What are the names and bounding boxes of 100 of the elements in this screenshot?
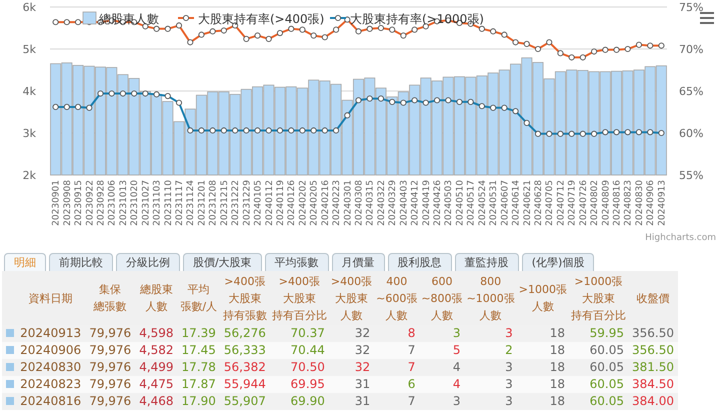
x-axis-label: 20231013 xyxy=(118,180,129,226)
tab[interactable]: 月價量 xyxy=(332,253,385,271)
table-cell: 4 xyxy=(419,376,465,393)
menu-icon[interactable] xyxy=(700,12,714,24)
data-point xyxy=(636,129,642,136)
table-cell: 60.05 xyxy=(569,342,628,359)
data-point xyxy=(501,104,508,111)
column-header: 總股東 人數 xyxy=(135,271,178,325)
legend-line-icon xyxy=(330,14,346,22)
data-point xyxy=(534,46,542,52)
column-header: 收盤價 xyxy=(628,271,678,325)
data-point xyxy=(232,127,238,134)
bar xyxy=(174,121,185,176)
data-point xyxy=(266,127,272,134)
table-cell: 17.45 xyxy=(178,342,220,359)
column-header: >400張 大股東 持有張數 xyxy=(220,271,270,325)
data-point xyxy=(647,129,654,136)
x-axis-label: 20240202 xyxy=(298,180,308,226)
data-point xyxy=(299,127,306,134)
table-cell: 4,582 xyxy=(135,342,178,359)
legend-label[interactable]: 大股東持有率(>400張) xyxy=(198,12,324,26)
x-axis-label: 20240621 xyxy=(522,180,533,226)
x-axis-label: 20240906 xyxy=(646,180,656,226)
data-point xyxy=(344,16,350,23)
x-axis-label: 20230901 xyxy=(52,180,62,226)
row-marker-icon xyxy=(6,397,14,405)
data-point xyxy=(580,130,586,137)
x-axis-label: 20240329 xyxy=(388,180,398,226)
legend-swatch-icon xyxy=(82,12,96,24)
x-axis-label: 20231110 xyxy=(164,180,174,226)
data-point xyxy=(288,26,294,32)
data-point xyxy=(389,26,396,33)
x-axis-label: 20240315 xyxy=(366,180,376,226)
x-axis-label: 20240112 xyxy=(264,180,275,226)
table-cell: 60.05 xyxy=(569,376,628,393)
table-cell: 356.50 xyxy=(628,325,678,342)
table-cell: 4 xyxy=(419,359,465,376)
data-point xyxy=(613,129,620,136)
data-point xyxy=(658,42,664,49)
tab[interactable]: 股利股息 xyxy=(388,253,452,271)
x-axis-label: 20231215 xyxy=(220,180,230,226)
y-axis-label: 2k xyxy=(22,169,36,182)
data-point xyxy=(512,108,519,114)
x-axis-label: 20240726 xyxy=(578,180,589,226)
data-point xyxy=(310,127,317,134)
data-point xyxy=(322,127,328,134)
bar xyxy=(184,108,196,176)
table-cell: 4,468 xyxy=(135,393,178,410)
data-point xyxy=(64,19,70,26)
x-axis-label: 20231222 xyxy=(231,180,242,226)
table-cell: 7 xyxy=(374,342,420,359)
data-point xyxy=(355,28,362,34)
y-axis-label: 4k xyxy=(22,85,36,98)
tab[interactable]: 前期比較 xyxy=(49,253,113,271)
data-point xyxy=(120,90,126,97)
row-marker-icon xyxy=(6,329,14,337)
x-axis-label: 20240503 xyxy=(444,180,454,226)
tab[interactable]: 分級比例 xyxy=(116,253,180,271)
tab[interactable]: 平均張數 xyxy=(264,253,329,271)
table-cell: 18 xyxy=(516,342,569,359)
data-point xyxy=(276,127,284,134)
data-point xyxy=(591,130,598,137)
table-cell: 384.00 xyxy=(628,393,678,410)
table-cell: 20240823 xyxy=(16,376,86,393)
data-point xyxy=(568,130,575,137)
data-point xyxy=(366,96,373,102)
column-header: 600 ~800張 人數 xyxy=(419,271,465,325)
data-point xyxy=(333,26,340,33)
x-axis-label: 20240426 xyxy=(433,180,444,226)
data-point xyxy=(97,90,104,97)
data-point xyxy=(75,104,82,110)
tab[interactable]: (化學)個股 xyxy=(522,253,594,271)
x-axis-label: 20240510 xyxy=(455,180,466,226)
data-point xyxy=(86,104,92,111)
x-axis-label: 20240216 xyxy=(320,180,331,226)
x-axis-label: 20240614 xyxy=(512,180,522,226)
x-axis-label: 20240802 xyxy=(590,180,600,226)
data-point xyxy=(154,91,160,98)
x-axis-label: 20240126 xyxy=(287,180,298,226)
data-point xyxy=(602,129,608,136)
data-point xyxy=(647,42,654,49)
data-point xyxy=(478,26,485,32)
table-cell: 32 xyxy=(328,359,374,376)
table-cell: 70.37 xyxy=(270,325,329,342)
table-cell: 2 xyxy=(464,342,517,359)
x-axis-label: 20240105 xyxy=(254,180,264,226)
data-point xyxy=(52,19,59,26)
table-cell: 79,976 xyxy=(85,393,136,410)
legend-line-icon xyxy=(178,14,194,22)
column-header: >400張 大股東 人數 xyxy=(328,271,374,325)
x-axis-label: 20240205 xyxy=(310,180,320,226)
table-cell: 20240830 xyxy=(16,359,86,376)
data-point xyxy=(344,112,350,118)
table-cell: 8 xyxy=(374,325,420,342)
column-header: 800 ~1000張 人數 xyxy=(464,271,517,325)
tab[interactable]: 董監持股 xyxy=(454,253,519,271)
data-point xyxy=(198,32,204,38)
y-axis-label: 65% xyxy=(679,85,704,98)
tab[interactable]: 股價/大股東 xyxy=(183,253,262,271)
table-cell: 20240816 xyxy=(16,393,86,410)
